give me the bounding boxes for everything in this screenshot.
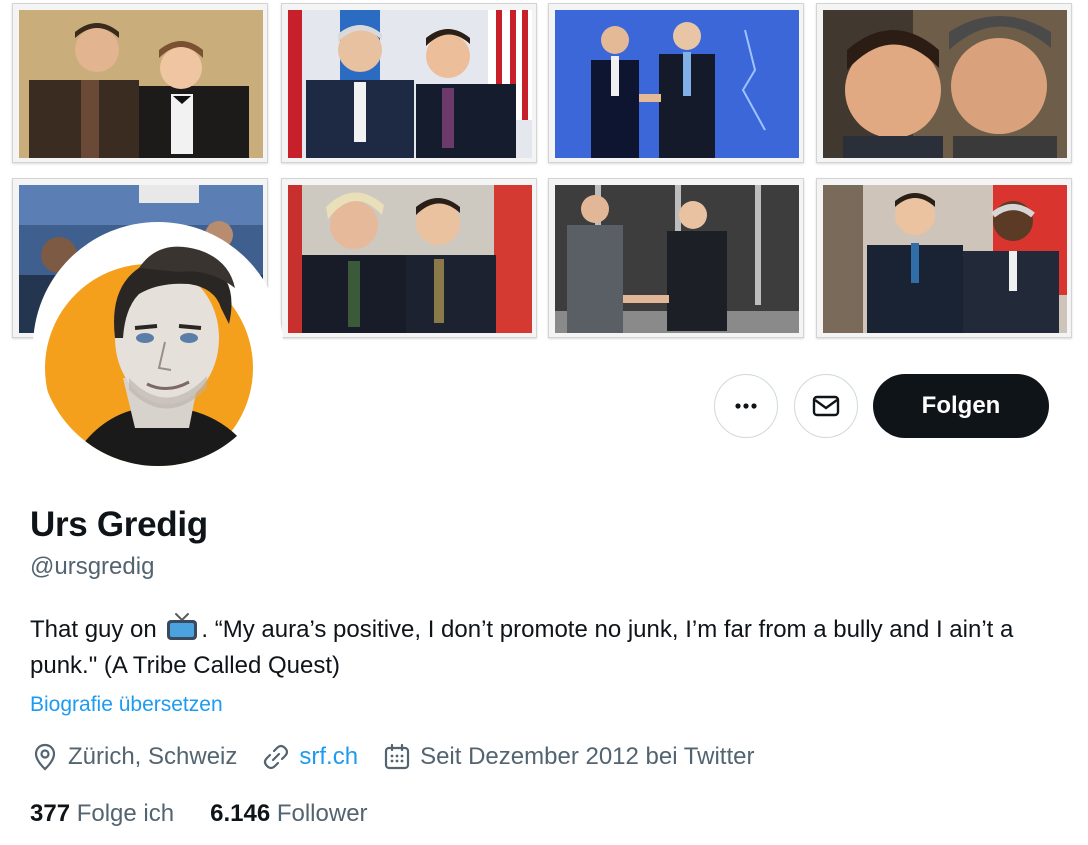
more-icon: [735, 403, 757, 409]
avatar-image: [39, 228, 277, 466]
followers-count: 6.146: [210, 800, 271, 827]
website-link[interactable]: srf.ch: [299, 743, 358, 771]
profile-stats: 377 Folge ich 6.146 Follower: [30, 800, 404, 828]
banner-photo-2: [281, 3, 537, 163]
calendar-icon: [384, 743, 410, 770]
banner-photo-1: [12, 3, 268, 163]
banner-photo-6: [281, 178, 537, 338]
profile-handle: @ursgredig: [30, 553, 155, 580]
joined-text: Seit Dezember 2012 bei Twitter: [420, 743, 755, 770]
location-item: Zürich, Schweiz: [30, 742, 237, 772]
envelope-icon: [812, 395, 840, 417]
follow-button[interactable]: Folgen: [873, 374, 1049, 438]
banner-photo-4: [816, 3, 1072, 163]
following-stat[interactable]: 377 Folge ich: [30, 800, 174, 828]
following-count: 377: [30, 800, 71, 827]
followers-stat[interactable]: 6.146 Follower: [210, 800, 367, 828]
message-button[interactable]: [794, 374, 858, 438]
profile-avatar[interactable]: [33, 222, 283, 472]
following-label: Folge ich: [76, 800, 175, 827]
link-icon: [264, 744, 289, 770]
followers-label: Follower: [276, 800, 368, 827]
location-text: Zürich, Schweiz: [68, 743, 238, 770]
tv-emoji-icon: [167, 613, 198, 640]
joined-item: Seit Dezember 2012 bei Twitter: [382, 742, 754, 772]
profile-bio: That guy on . “My aura’s positive, I don…: [30, 612, 1060, 684]
bio-text-start: That guy on: [30, 616, 157, 643]
location-pin-icon: [34, 743, 56, 771]
banner-photo-3: [548, 3, 804, 163]
follow-button-label: Folgen: [921, 392, 1001, 419]
profile-meta: Zürich, Schweiz srf.ch Seit Dezember 201…: [30, 742, 778, 772]
banner-photo-8: [816, 178, 1072, 338]
profile-name: Urs Gredig: [30, 505, 208, 544]
translate-bio-link[interactable]: Biografie übersetzen: [30, 693, 223, 717]
website-item[interactable]: srf.ch: [261, 742, 358, 772]
banner-photo-7: [548, 178, 804, 338]
more-button[interactable]: [714, 374, 778, 438]
